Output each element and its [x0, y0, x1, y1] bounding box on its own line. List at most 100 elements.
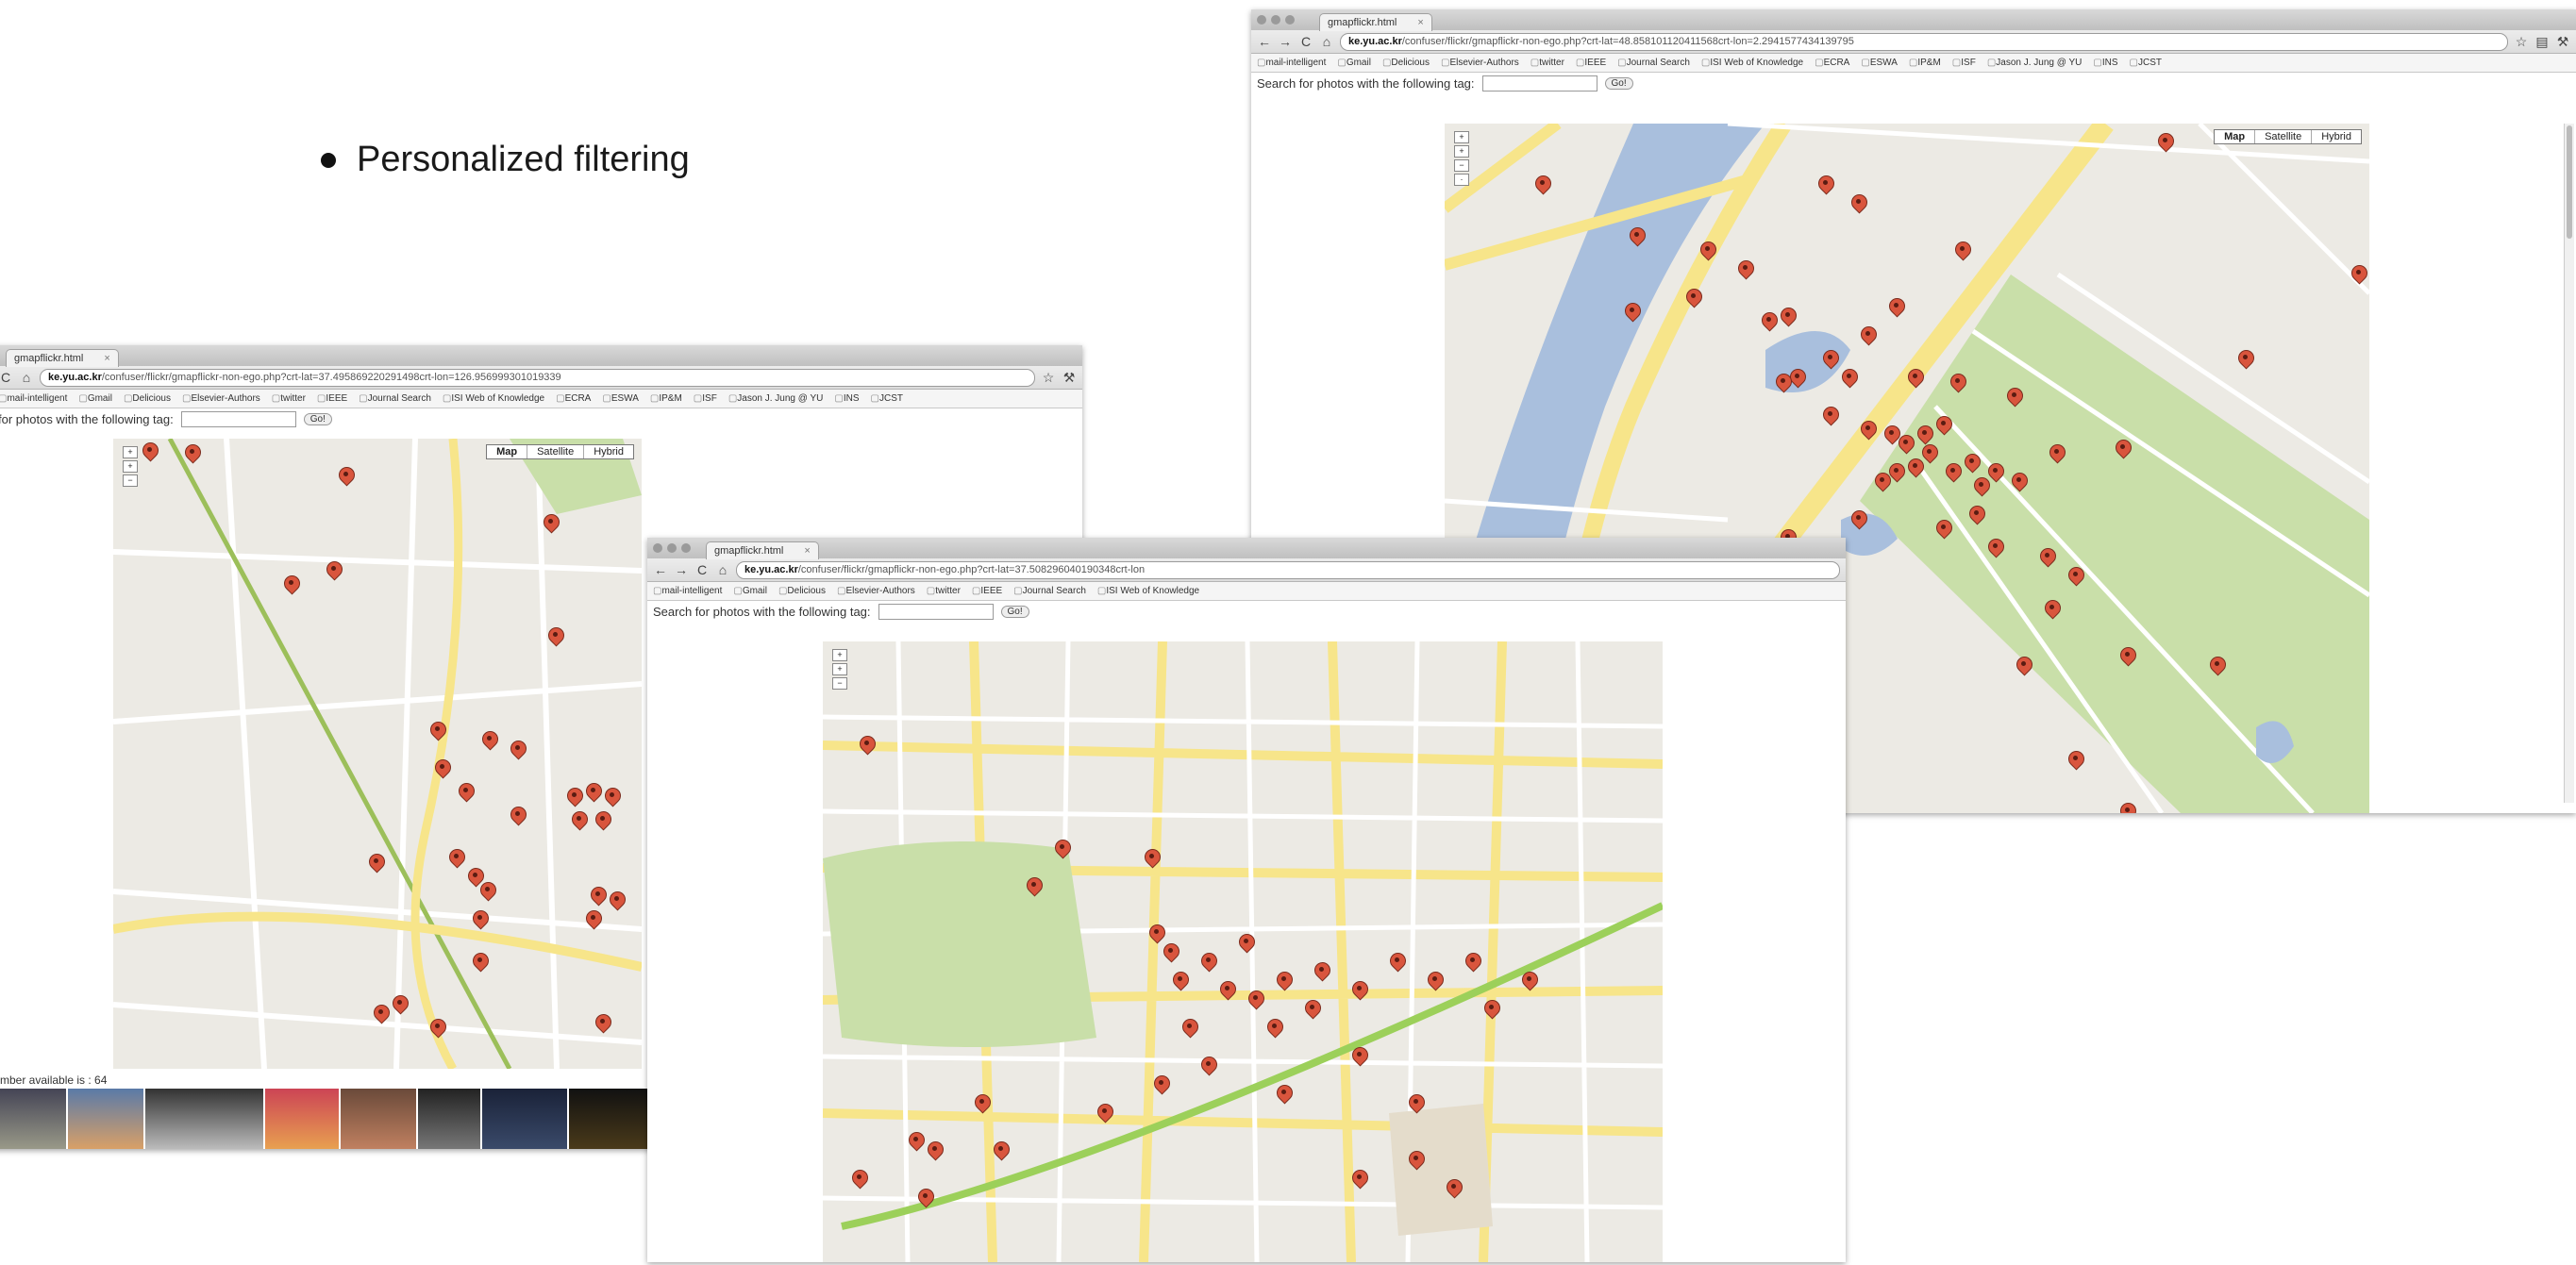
photo-marker[interactable]: [2016, 657, 2032, 681]
photo-marker[interactable]: [1427, 972, 1444, 996]
bookmark-item[interactable]: Elsevier-Authors: [1441, 58, 1518, 68]
bookmark-item[interactable]: Gmail: [733, 586, 767, 596]
scrollbar-thumb[interactable]: [2567, 125, 2572, 239]
photo-marker[interactable]: [2006, 388, 2023, 412]
close-window-icon[interactable]: [1257, 15, 1266, 25]
photo-marker[interactable]: [1860, 326, 1877, 351]
close-tab-icon[interactable]: ×: [1417, 17, 1423, 28]
photo-marker[interactable]: [1964, 454, 1981, 478]
photo-marker[interactable]: [510, 741, 527, 765]
photo-marker[interactable]: [1200, 1057, 1217, 1081]
address-bar[interactable]: ke.yu.ac.kr/confuser/flickr/gmapflickr-n…: [40, 368, 1035, 387]
map-seoul-middle[interactable]: + + −: [823, 641, 1663, 1262]
bookmark-item[interactable]: INS: [834, 393, 860, 404]
bookmark-item[interactable]: ISI Web of Knowledge: [1097, 586, 1199, 596]
photo-marker[interactable]: [585, 910, 602, 935]
zoom-slider-icon[interactable]: ·: [1454, 174, 1469, 186]
photo-marker[interactable]: [283, 575, 300, 600]
photo-marker[interactable]: [472, 953, 489, 977]
photo-marker[interactable]: [1172, 972, 1189, 996]
photo-marker[interactable]: [1850, 510, 1867, 535]
photo-marker[interactable]: [2119, 647, 2136, 672]
photo-marker[interactable]: [1408, 1151, 1425, 1175]
photo-marker[interactable]: [481, 731, 498, 756]
map-type-map[interactable]: Map: [2215, 130, 2256, 143]
bookmark-item[interactable]: Journal Search: [1617, 58, 1690, 68]
photo-marker[interactable]: [566, 788, 583, 812]
photo-thumbnail[interactable]: [265, 1089, 339, 1149]
photo-marker[interactable]: [1096, 1104, 1113, 1128]
browser-tab[interactable]: gmapflickr.html ×: [6, 349, 119, 367]
photo-marker[interactable]: [547, 627, 564, 652]
bookmark-item[interactable]: ISI Web of Knowledge: [1701, 58, 1803, 68]
bookmark-item[interactable]: mail-intelligent: [653, 586, 722, 596]
photo-marker[interactable]: [1935, 520, 1952, 544]
photo-marker[interactable]: [373, 1005, 390, 1029]
bookmark-item[interactable]: ESWA: [1861, 58, 1898, 68]
photo-marker[interactable]: [1685, 289, 1702, 313]
photo-marker[interactable]: [1761, 312, 1778, 337]
photo-marker[interactable]: [1464, 953, 1481, 977]
photo-marker[interactable]: [1304, 1000, 1321, 1024]
photo-marker[interactable]: [2119, 803, 2136, 813]
pan-icon[interactable]: +: [1454, 131, 1469, 143]
photo-marker[interactable]: [594, 811, 611, 836]
photo-marker[interactable]: [2067, 751, 2084, 775]
tag-search-input[interactable]: [878, 603, 994, 620]
bookmark-item[interactable]: Gmail: [78, 393, 112, 404]
scrollbar[interactable]: [2564, 124, 2574, 803]
bookmark-item[interactable]: Delicious: [124, 393, 171, 404]
photo-marker[interactable]: [429, 722, 446, 746]
pan-icon[interactable]: +: [832, 649, 847, 661]
photo-marker[interactable]: [392, 995, 409, 1020]
photo-marker[interactable]: [1841, 369, 1858, 393]
photo-marker[interactable]: [1219, 981, 1236, 1006]
zoom-control[interactable]: + + −: [123, 446, 138, 487]
photo-marker[interactable]: [1817, 175, 1834, 200]
photo-marker[interactable]: [429, 1019, 446, 1043]
bookmark-item[interactable]: IEEE: [1576, 58, 1606, 68]
photo-marker[interactable]: [1907, 369, 1924, 393]
zoom-out-icon[interactable]: −: [1454, 159, 1469, 172]
photo-thumbnail[interactable]: [0, 1089, 66, 1149]
photo-marker[interactable]: [1874, 473, 1891, 497]
photo-marker[interactable]: [590, 887, 607, 911]
photo-marker[interactable]: [609, 891, 626, 916]
photo-thumbnail[interactable]: [482, 1089, 567, 1149]
wrench-icon[interactable]: ⚒: [1062, 370, 1077, 386]
photo-marker[interactable]: [1737, 260, 1754, 285]
zoom-control[interactable]: + + −: [832, 649, 847, 690]
close-window-icon[interactable]: [653, 543, 662, 553]
map-type-satellite[interactable]: Satellite: [2255, 130, 2313, 143]
photo-marker[interactable]: [448, 849, 465, 874]
back-icon[interactable]: ←: [653, 562, 668, 577]
star-icon[interactable]: ☆: [2514, 34, 2529, 50]
photo-marker[interactable]: [1699, 241, 1716, 266]
photo-marker[interactable]: [974, 1094, 991, 1119]
bookmark-item[interactable]: Elsevier-Authors: [837, 586, 914, 596]
address-bar[interactable]: ke.yu.ac.kr/confuser/flickr/gmapflickr-n…: [1340, 32, 2508, 51]
photo-marker[interactable]: [1276, 972, 1293, 996]
photo-marker[interactable]: [2237, 350, 2254, 375]
window-controls[interactable]: [1257, 15, 1295, 25]
map-type-map[interactable]: Map: [487, 445, 528, 458]
photo-marker[interactable]: [510, 807, 527, 831]
photo-marker[interactable]: [2039, 548, 2056, 573]
photo-marker[interactable]: [1907, 458, 1924, 483]
bookmark-item[interactable]: Journal Search: [1013, 586, 1086, 596]
photo-marker[interactable]: [1968, 506, 1985, 530]
bookmark-item[interactable]: mail-intelligent: [1257, 58, 1326, 68]
photo-marker[interactable]: [1054, 840, 1071, 864]
photo-marker[interactable]: [479, 882, 496, 907]
photo-marker[interactable]: [1163, 943, 1179, 968]
bookmark-item[interactable]: IP&M: [650, 393, 681, 404]
maximize-window-icon[interactable]: [1285, 15, 1295, 25]
wrench-icon[interactable]: ⚒: [2555, 34, 2570, 50]
go-button[interactable]: Go!: [1604, 76, 1633, 90]
photo-marker[interactable]: [2209, 657, 2226, 681]
photo-marker[interactable]: [1181, 1019, 1198, 1043]
minimize-window-icon[interactable]: [667, 543, 677, 553]
bookmark-item[interactable]: twitter: [272, 393, 306, 404]
bookmark-item[interactable]: Delicious: [778, 586, 826, 596]
home-icon[interactable]: ⌂: [715, 562, 730, 577]
